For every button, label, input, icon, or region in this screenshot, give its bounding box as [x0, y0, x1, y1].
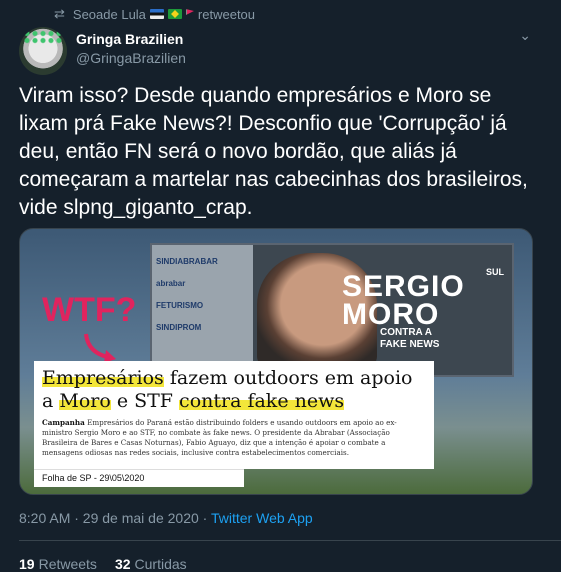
retweet-icon: ⇄	[54, 6, 65, 21]
headline-part-1: Empresários	[42, 367, 164, 389]
tweet-timestamp[interactable]: 8:20 AM · 29 de mai de 2020 ·	[19, 510, 211, 526]
billboard: SINDIABRABAR abrabar FETURISMO SINDIPROM…	[150, 243, 514, 377]
billboard-line1: SERGIO	[342, 270, 465, 303]
retweets-label: Retweets	[38, 556, 97, 572]
news-credit: Folha de SP - 29\05\2020	[34, 469, 244, 487]
retweets-stat[interactable]: 19 Retweets	[19, 556, 97, 572]
billboard-line2: MORO	[342, 298, 440, 331]
likes-stat[interactable]: 32 Curtidas	[115, 556, 187, 572]
tweet-text: Viram isso? Desde quando empresários e M…	[19, 84, 528, 219]
sponsor-4: SINDIPROM	[156, 323, 202, 332]
retweeted-label: retweetou	[197, 6, 256, 22]
likes-count: 32	[114, 556, 131, 572]
author-handle[interactable]: @GringaBrazilien	[76, 50, 186, 66]
billboard-sub2: FAKE NEWS	[380, 339, 440, 350]
divider	[19, 540, 561, 541]
news-body: Campanha Empresários do Paraná estão dis…	[42, 418, 426, 458]
billboard-title: SERGIO MORO	[342, 270, 465, 331]
billboard-brand: SUL	[486, 267, 504, 277]
flag-brazil-icon	[167, 9, 182, 19]
news-clipping: Empresários fazem outdoors em apoio a Mo…	[34, 361, 434, 469]
billboard-subtitle: CONTRA A FAKE NEWS	[380, 327, 439, 351]
arrow-icon	[84, 333, 116, 363]
news-headline: Empresários fazem outdoors em apoio a Mo…	[42, 367, 426, 413]
headline-part-4: e STF	[110, 390, 180, 412]
retweet-context: ⇄ Seoade Lula retweetou	[54, 6, 255, 22]
retweets-count: 19	[19, 556, 35, 572]
billboard-sub1: CONTRA A	[380, 327, 433, 338]
tweet-stats: 19 Retweets 32 Curtidas	[19, 556, 187, 572]
tweet-meta: 8:20 AM · 29 de mai de 2020 · Twitter We…	[19, 510, 313, 526]
wtf-overlay: WTF?	[42, 291, 137, 329]
flag-estonia-icon	[149, 9, 164, 19]
author-avatar[interactable]	[19, 27, 67, 75]
retweeter-name[interactable]: Seoade Lula	[73, 7, 146, 22]
billboard-sponsors: SINDIABRABAR abrabar FETURISMO SINDIPROM	[156, 251, 248, 339]
sponsor-1: SINDIABRABAR	[156, 257, 218, 266]
sponsor-3: FETURISMO	[156, 301, 204, 310]
news-body-text: Empresários do Paraná estão distribuindo…	[42, 418, 397, 457]
chevron-down-icon[interactable]: ⌄	[519, 27, 531, 44]
author-name[interactable]: Gringa Brazilien	[76, 31, 183, 47]
headline-part-5: contra fake news	[179, 390, 345, 412]
headline-part-3: Moro	[59, 390, 111, 412]
tweet-source[interactable]: Twitter Web App	[211, 510, 313, 526]
sponsor-2: abrabar	[156, 279, 186, 288]
news-body-lead: Campanha	[42, 418, 85, 427]
tweet-image[interactable]: SINDIABRABAR abrabar FETURISMO SINDIPROM…	[19, 228, 533, 495]
likes-label: Curtidas	[134, 556, 187, 572]
red-flag-icon	[185, 9, 194, 15]
